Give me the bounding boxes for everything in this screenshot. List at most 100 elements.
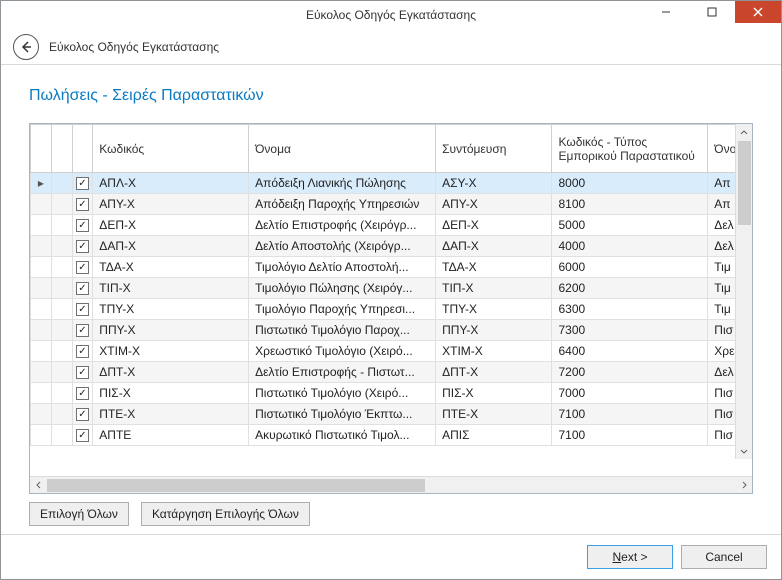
scroll-left-button[interactable]	[30, 477, 47, 494]
cell-short[interactable]: ΔΑΠ-Χ	[436, 236, 552, 257]
cell-code[interactable]: ΧΤΙΜ-Χ	[93, 341, 249, 362]
minimize-button[interactable]	[643, 1, 689, 23]
scroll-down-button[interactable]	[736, 442, 752, 459]
row-checkbox-cell[interactable]	[72, 299, 93, 320]
vscroll-thumb[interactable]	[738, 141, 751, 225]
cell-code[interactable]: ΔΕΠ-Χ	[93, 215, 249, 236]
cell-doc[interactable]: 6200	[552, 278, 708, 299]
table-row[interactable]: ΠΠΥ-ΧΠιστωτικό Τιμολόγιο Παροχ...ΠΠΥ-Χ73…	[31, 320, 752, 341]
close-button[interactable]	[735, 1, 781, 23]
cell-doc[interactable]: 5000	[552, 215, 708, 236]
row-checkbox-cell[interactable]	[72, 383, 93, 404]
cell-code[interactable]: ΤΙΠ-Χ	[93, 278, 249, 299]
table-row[interactable]: ΤΔΑ-ΧΤιμολόγιο Δελτίο Αποστολή...ΤΔΑ-Χ60…	[31, 257, 752, 278]
checkbox[interactable]	[76, 408, 89, 421]
checkbox[interactable]	[76, 198, 89, 211]
column-doc[interactable]: Κωδικός - Τύπος Εμπορικού Παραστατικού	[552, 125, 708, 173]
back-button[interactable]	[13, 34, 39, 60]
cell-code[interactable]: ΔΠΤ-Χ	[93, 362, 249, 383]
cell-doc[interactable]: 7000	[552, 383, 708, 404]
row-checkbox-cell[interactable]	[72, 278, 93, 299]
cell-short[interactable]: ΤΙΠ-Χ	[436, 278, 552, 299]
row-checkbox-cell[interactable]	[72, 194, 93, 215]
select-all-button[interactable]: Επιλογή Όλων	[29, 502, 129, 526]
table-row[interactable]: ΠΤΕ-ΧΠιστωτικό Τιμολόγιο Έκπτω...ΠΤΕ-Χ71…	[31, 404, 752, 425]
cell-doc[interactable]: 8100	[552, 194, 708, 215]
row-checkbox-cell[interactable]	[72, 362, 93, 383]
table-row[interactable]: ΤΙΠ-ΧΤιμολόγιο Πώλησης (Χειρόγ...ΤΙΠ-Χ62…	[31, 278, 752, 299]
row-checkbox-cell[interactable]	[72, 341, 93, 362]
cell-doc[interactable]: 7200	[552, 362, 708, 383]
vscroll-track[interactable]	[736, 141, 752, 442]
cell-short[interactable]: ΠΤΕ-Χ	[436, 404, 552, 425]
cell-short[interactable]: ΤΠΥ-Χ	[436, 299, 552, 320]
table-row[interactable]: ΤΠΥ-ΧΤιμολόγιο Παροχής Υπηρεσι...ΤΠΥ-Χ63…	[31, 299, 752, 320]
cell-short[interactable]: ΧΤΙΜ-Χ	[436, 341, 552, 362]
checkbox[interactable]	[76, 240, 89, 253]
grid-scroll[interactable]: Κωδικός Όνομα Συντόμευση Κωδικός - Τύπος…	[30, 124, 752, 476]
cell-name[interactable]: Δελτίο Αποστολής (Χειρόγρ...	[249, 236, 436, 257]
cell-name[interactable]: Ακυρωτικό Πιστωτικό Τιμολ...	[249, 425, 436, 446]
deselect-all-button[interactable]: Κατάργηση Επιλογής Όλων	[141, 502, 310, 526]
table-row[interactable]: ΔΕΠ-ΧΔελτίο Επιστροφής (Χειρόγρ...ΔΕΠ-Χ5…	[31, 215, 752, 236]
cell-doc[interactable]: 7300	[552, 320, 708, 341]
cell-name[interactable]: Δελτίο Επιστροφής - Πιστωτ...	[249, 362, 436, 383]
column-short[interactable]: Συντόμευση	[436, 125, 552, 173]
cell-name[interactable]: Απόδειξη Παροχής Υπηρεσιών	[249, 194, 436, 215]
checkbox[interactable]	[76, 429, 89, 442]
cell-name[interactable]: Χρεωστικό Τιμολόγιο (Χειρό...	[249, 341, 436, 362]
column-name[interactable]: Όνομα	[249, 125, 436, 173]
cell-short[interactable]: ΔΕΠ-Χ	[436, 215, 552, 236]
cell-code[interactable]: ΔΑΠ-Χ	[93, 236, 249, 257]
maximize-button[interactable]	[689, 1, 735, 23]
table-row[interactable]: ΔΠΤ-ΧΔελτίο Επιστροφής - Πιστωτ...ΔΠΤ-Χ7…	[31, 362, 752, 383]
checkbox[interactable]	[76, 177, 89, 190]
cell-short[interactable]: ΤΔΑ-Χ	[436, 257, 552, 278]
cell-code[interactable]: ΑΠΥ-Χ	[93, 194, 249, 215]
cell-code[interactable]: ΠΤΕ-Χ	[93, 404, 249, 425]
cell-code[interactable]: ΤΔΑ-Χ	[93, 257, 249, 278]
cell-doc[interactable]: 6000	[552, 257, 708, 278]
cell-code[interactable]: ΠΙΣ-Χ	[93, 383, 249, 404]
row-checkbox-cell[interactable]	[72, 173, 93, 194]
row-checkbox-cell[interactable]	[72, 404, 93, 425]
cell-name[interactable]: Τιμολόγιο Δελτίο Αποστολή...	[249, 257, 436, 278]
cell-doc[interactable]: 7100	[552, 404, 708, 425]
table-row[interactable]: ΑΠΤΕΑκυρωτικό Πιστωτικό Τιμολ...ΑΠΙΣ7100…	[31, 425, 752, 446]
cell-short[interactable]: ΔΠΤ-Χ	[436, 362, 552, 383]
cell-code[interactable]: ΑΠΛ-Χ	[93, 173, 249, 194]
cell-code[interactable]: ΠΠΥ-Χ	[93, 320, 249, 341]
table-row[interactable]: ΔΑΠ-ΧΔελτίο Αποστολής (Χειρόγρ...ΔΑΠ-Χ40…	[31, 236, 752, 257]
cell-doc[interactable]: 4000	[552, 236, 708, 257]
table-row[interactable]: ΧΤΙΜ-ΧΧρεωστικό Τιμολόγιο (Χειρό...ΧΤΙΜ-…	[31, 341, 752, 362]
row-checkbox-cell[interactable]	[72, 320, 93, 341]
row-checkbox-cell[interactable]	[72, 215, 93, 236]
row-checkbox-cell[interactable]	[72, 257, 93, 278]
checkbox[interactable]	[76, 219, 89, 232]
scroll-up-button[interactable]	[736, 124, 752, 141]
cell-code[interactable]: ΑΠΤΕ	[93, 425, 249, 446]
checkbox[interactable]	[76, 282, 89, 295]
cell-name[interactable]: Πιστωτικό Τιμολόγιο Παροχ...	[249, 320, 436, 341]
checkbox[interactable]	[76, 387, 89, 400]
cell-name[interactable]: Πιστωτικό Τιμολόγιο (Χειρό...	[249, 383, 436, 404]
checkbox[interactable]	[76, 303, 89, 316]
cell-doc[interactable]: 7100	[552, 425, 708, 446]
table-row[interactable]: ▸ΑΠΛ-ΧΑπόδειξη Λιανικής ΠώλησηςΑΣΥ-Χ8000…	[31, 173, 752, 194]
cell-name[interactable]: Δελτίο Επιστροφής (Χειρόγρ...	[249, 215, 436, 236]
horizontal-scrollbar[interactable]	[30, 476, 752, 493]
cell-short[interactable]: ΑΠΥ-Χ	[436, 194, 552, 215]
cell-name[interactable]: Τιμολόγιο Πώλησης (Χειρόγ...	[249, 278, 436, 299]
table-row[interactable]: ΑΠΥ-ΧΑπόδειξη Παροχής ΥπηρεσιώνΑΠΥ-Χ8100…	[31, 194, 752, 215]
cell-doc[interactable]: 6400	[552, 341, 708, 362]
cell-code[interactable]: ΤΠΥ-Χ	[93, 299, 249, 320]
cell-doc[interactable]: 6300	[552, 299, 708, 320]
cell-doc[interactable]: 8000	[552, 173, 708, 194]
hscroll-thumb[interactable]	[47, 479, 425, 492]
checkbox[interactable]	[76, 345, 89, 358]
hscroll-track[interactable]	[47, 477, 735, 494]
checkbox[interactable]	[76, 324, 89, 337]
checkbox[interactable]	[76, 366, 89, 379]
cell-short[interactable]: ΑΣΥ-Χ	[436, 173, 552, 194]
row-checkbox-cell[interactable]	[72, 236, 93, 257]
